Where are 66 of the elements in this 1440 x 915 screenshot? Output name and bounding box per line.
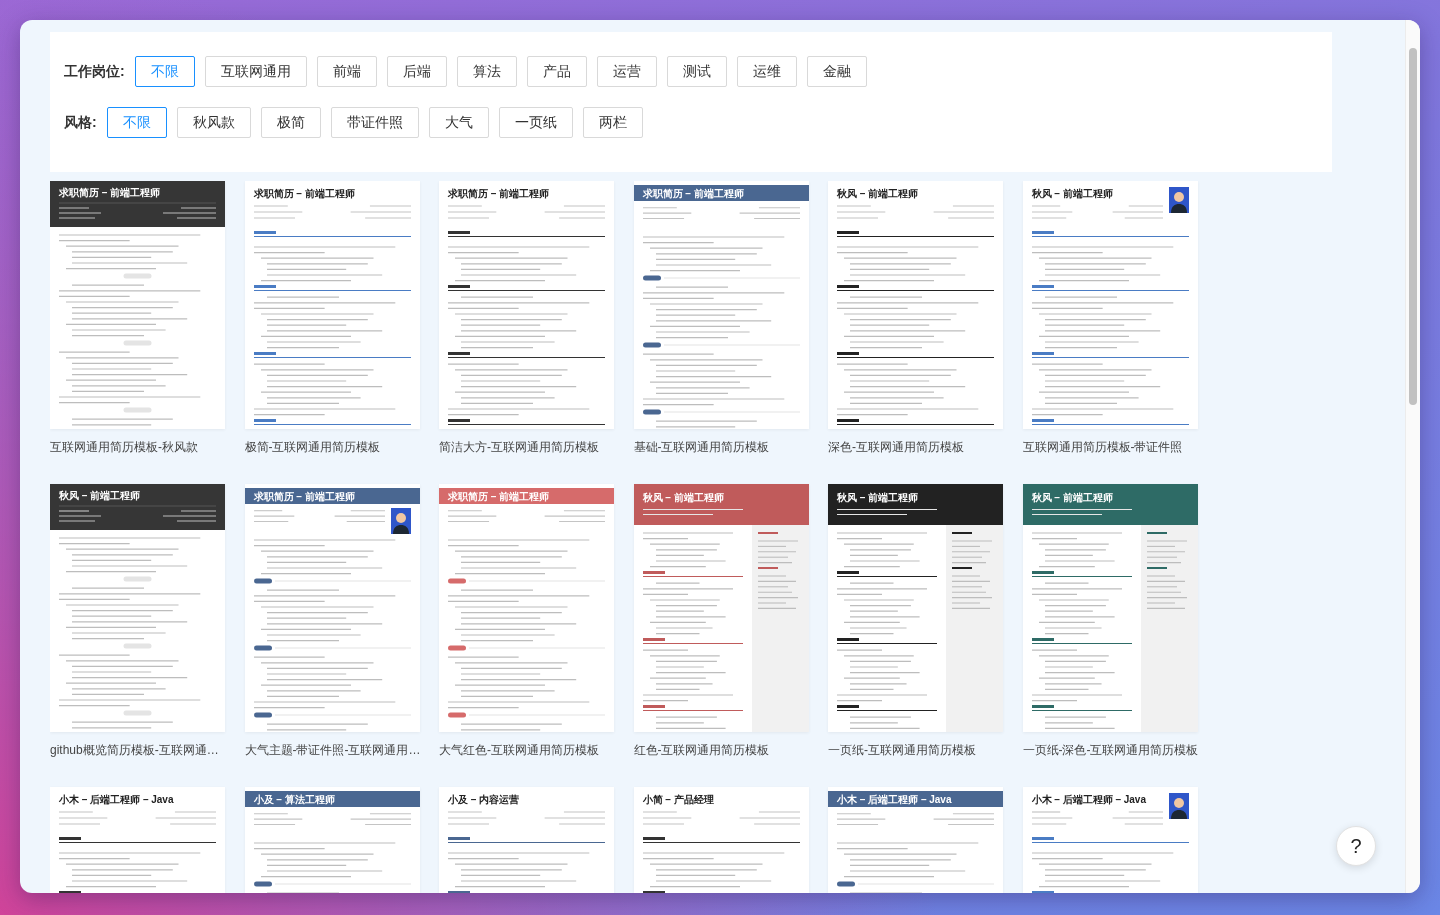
resume-heading: 求职简历 – 前端工程师 (642, 186, 744, 200)
template-title[interactable]: 大气主题-带证件照-互联网通用… (244, 741, 421, 759)
resume-heading: 小木 – 后端工程师 – Java (837, 792, 952, 806)
filter-option[interactable]: 两栏 (582, 107, 643, 138)
filter-option[interactable]: 前端 (316, 56, 377, 87)
resume-preview[interactable]: 求职简历 – 前端工程师 (439, 181, 614, 429)
resume-heading: 求职简历 – 前端工程师 (448, 187, 551, 200)
help-button[interactable]: ? (1336, 826, 1376, 866)
resume-heading: 求职简历 – 前端工程师 (253, 489, 355, 503)
resume-preview[interactable]: 小木 – 后端工程师 – Java (50, 787, 225, 893)
filter-label: 风格: (64, 113, 97, 132)
filter-option[interactable]: 一页纸 (498, 107, 573, 138)
template-title[interactable]: 一页纸-互联网通用简历模板 (828, 741, 976, 759)
resume-preview[interactable]: 秋风 – 前端工程师 (828, 181, 1003, 429)
filter-option[interactable]: 产品 (526, 56, 587, 87)
template-title[interactable]: 基础-互联网通用简历模板 (633, 438, 770, 456)
template-title[interactable]: 大气红色-互联网通用简历模板 (439, 741, 599, 759)
template-title[interactable]: github概览简历模板-互联网通… (50, 741, 219, 759)
template-title[interactable]: 深色-互联网通用简历模板 (828, 438, 964, 456)
resume-heading: 求职简历 – 前端工程师 (253, 187, 356, 200)
resume-preview[interactable]: 小简 – 产品经理 (633, 787, 809, 893)
template-title[interactable]: 一页纸-深色-互联网通用简历模板 (1022, 741, 1199, 759)
filter-option[interactable]: 测试 (666, 56, 727, 87)
resume-heading: 求职简历 – 前端工程师 (59, 186, 162, 199)
scrollbar-thumb[interactable] (1409, 48, 1417, 405)
resume-preview[interactable]: 秋风 – 前端工程师 (50, 484, 225, 732)
resume-heading: 求职简历 – 前端工程师 (448, 489, 550, 503)
resume-heading: 秋风 – 前端工程师 (837, 187, 920, 200)
filter-option[interactable]: 秋风款 (176, 107, 251, 138)
resume-heading: 小及 – 算法工程师 (253, 792, 335, 806)
resume-preview[interactable]: 小木 – 后端工程师 – Java (1022, 787, 1198, 893)
filter-label: 工作岗位: (64, 62, 125, 81)
resume-heading: 秋风 – 前端工程师 (1031, 187, 1114, 200)
resume-preview[interactable]: 秋风 – 前端工程师 (633, 484, 809, 732)
filter-option[interactable]: 大气 (428, 107, 489, 138)
template-title[interactable]: 极简-互联网通用简历模板 (244, 438, 381, 456)
resume-preview[interactable]: 求职简历 – 前端工程师 (633, 181, 809, 429)
resume-heading: 小及 – 内容运营 (448, 793, 521, 806)
filter-option[interactable]: 带证件照 (330, 107, 419, 138)
resume-heading: 秋风 – 前端工程师 (642, 491, 725, 504)
resume-preview[interactable]: 秋风 – 前端工程师 (1022, 484, 1198, 732)
resume-heading: 小木 – 后端工程师 – Java (59, 793, 175, 806)
template-title[interactable]: 红色-互联网通用简历模板 (633, 741, 770, 759)
filter-option[interactable]: 极简 (260, 107, 321, 138)
resume-preview[interactable]: 秋风 – 前端工程师 (1022, 181, 1198, 429)
template-title[interactable]: 互联网通用简历模板-秋风款 (50, 438, 198, 456)
resume-heading: 小木 – 后端工程师 – Java (1031, 793, 1147, 806)
resume-heading: 秋风 – 前端工程师 (1031, 491, 1114, 504)
resume-preview[interactable]: 求职简历 – 前端工程师 (244, 484, 420, 732)
filter-option[interactable]: 算法 (456, 56, 517, 87)
resume-preview[interactable]: 求职简历 – 前端工程师 (50, 181, 225, 429)
filter-option[interactable]: 互联网通用 (204, 56, 307, 87)
resume-preview[interactable]: 小及 – 算法工程师 (244, 787, 420, 893)
template-title[interactable]: 简洁大方-互联网通用简历模板 (439, 438, 599, 456)
resume-preview[interactable]: 求职简历 – 前端工程师 (244, 181, 420, 429)
resume-preview[interactable]: 小及 – 内容运营 (439, 787, 614, 893)
resume-preview[interactable]: 小木 – 后端工程师 – Java (828, 787, 1003, 893)
filter-option[interactable]: 后端 (386, 56, 447, 87)
filter-option[interactable]: 运维 (736, 56, 797, 87)
template-title[interactable]: 互联网通用简历模板-带证件照 (1022, 438, 1183, 456)
resume-heading: 秋风 – 前端工程师 (59, 489, 142, 502)
resume-heading: 小简 – 产品经理 (642, 793, 715, 806)
filter-option[interactable]: 金融 (806, 56, 867, 87)
filter-option[interactable]: 运营 (596, 56, 657, 87)
resume-preview[interactable]: 秋风 – 前端工程师 (828, 484, 1003, 732)
resume-heading: 秋风 – 前端工程师 (837, 491, 920, 504)
